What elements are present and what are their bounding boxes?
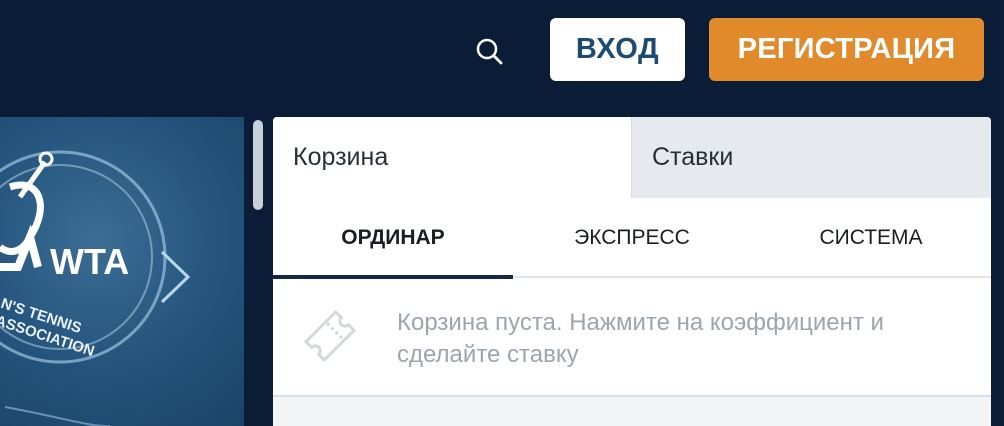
register-button[interactable]: РЕГИСТРАЦИЯ (709, 18, 984, 81)
login-button[interactable]: ВХОД (550, 18, 685, 81)
search-button[interactable] (470, 32, 510, 72)
empty-cart-message: Корзина пуста. Нажмите на коэффициент и … (273, 279, 991, 395)
wta-logo: WTA (0, 150, 191, 426)
tab-single[interactable]: ОРДИНАР (273, 198, 513, 278)
ticket-icon (303, 309, 357, 363)
tab-bets[interactable]: Ставки (631, 117, 991, 198)
tab-cart[interactable]: Корзина (273, 117, 631, 198)
scrollbar-thumb[interactable] (253, 120, 263, 210)
top-header: ВХОД РЕГИСТРАЦИЯ (0, 0, 1004, 104)
bet-slip-panel: Корзина Ставки ОРДИНАР ЭКСПРЕСС СИСТЕМА … (273, 117, 991, 426)
bet-slip-tabs: Корзина Ставки (273, 117, 991, 198)
promo-banner[interactable]: WTA N'S TENNIS ASSOCIATION (0, 117, 244, 426)
empty-cart-text: Корзина пуста. Нажмите на коэффициент и … (397, 309, 884, 368)
bet-type-tabs: ОРДИНАР ЭКСПРЕСС СИСТЕМА (273, 198, 991, 279)
tab-express[interactable]: ЭКСПРЕСС (513, 198, 751, 278)
search-icon (476, 38, 503, 65)
tab-system[interactable]: СИСТЕМА (751, 198, 991, 278)
bet-slip-footer (273, 397, 991, 426)
wta-logo-text: WTA (50, 241, 129, 282)
